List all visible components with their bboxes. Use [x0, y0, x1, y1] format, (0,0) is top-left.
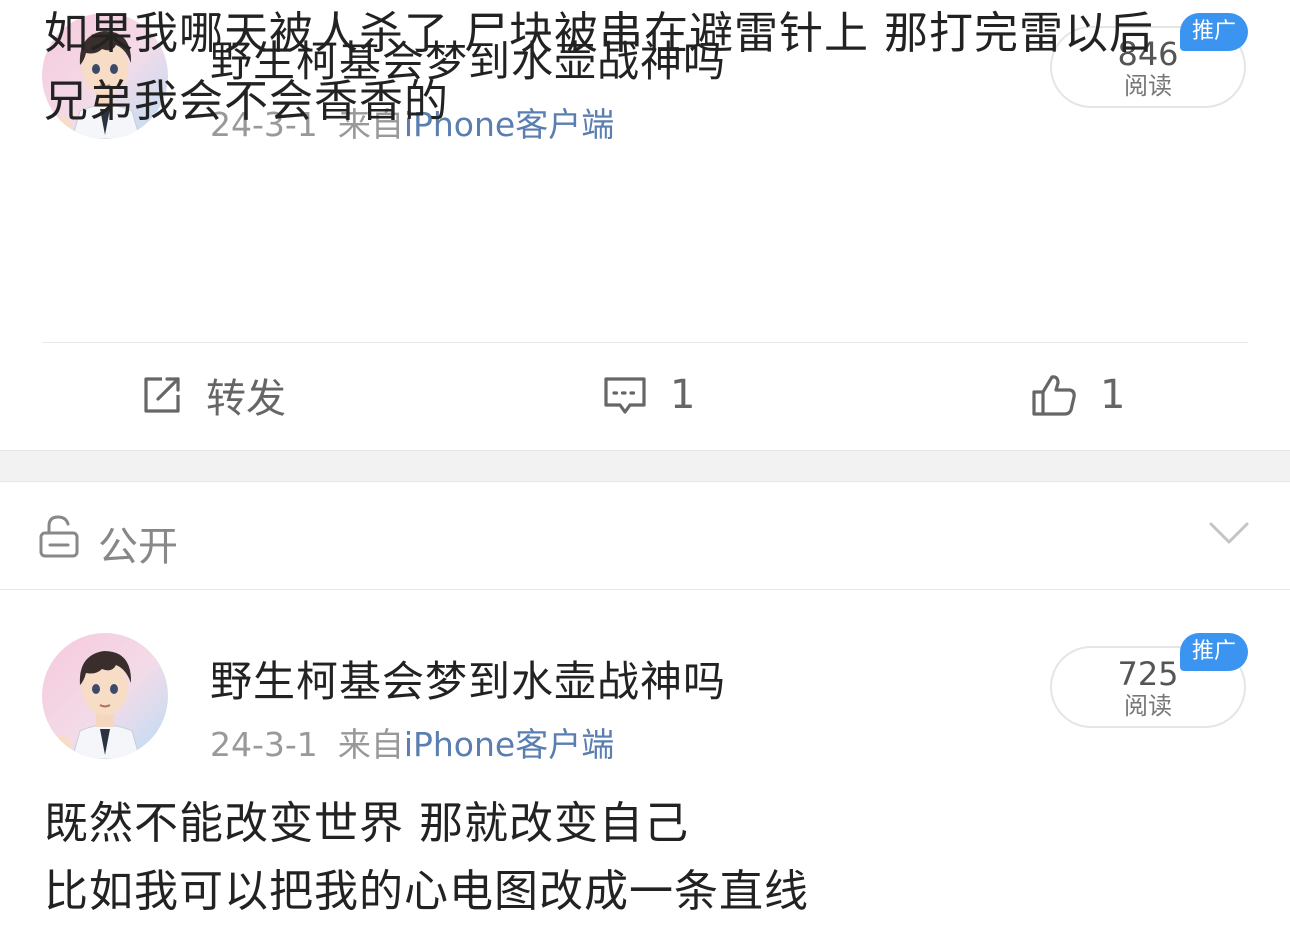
weibo-post: 野生柯基会梦到水壶战神吗 24-3-1 来自iPhone客户端 725 阅读 推广… [0, 590, 1290, 946]
visibility-label: 公开 [98, 524, 178, 570]
post-content-line: 比如我可以把我的心电图改成一条直线 [44, 866, 809, 917]
avatar-illustration [42, 633, 168, 759]
lock-open-icon [39, 515, 79, 558]
divider [42, 342, 1248, 343]
repost-icon [144, 377, 180, 413]
source-app-link[interactable]: iPhone客户端 [404, 725, 614, 764]
post-content: 既然不能改变世界 那就改变自己 比如我可以把我的心电图改成一条直线 [44, 790, 809, 926]
post-meta: 24-3-1 来自iPhone客户端 [210, 718, 614, 766]
thumbs-up-icon [1032, 375, 1076, 416]
post-separator [0, 450, 1290, 482]
visibility-row[interactable]: 公开 [0, 482, 1290, 590]
post-content-line: 既然不能改变世界 那就改变自己 [44, 798, 689, 849]
comment-button[interactable]: 1 [602, 370, 695, 420]
promo-badge[interactable]: 推广 [1180, 633, 1248, 671]
like-count: 1 [1100, 372, 1126, 418]
repost-label: 转发 [206, 376, 286, 422]
like-button[interactable]: 1 [1030, 370, 1125, 420]
source-prefix: 来自 [337, 725, 404, 764]
post-content: 如果我哪天被人杀了 尸块被串在避雷针上 那打完雷以后 兄弟我会不会香香的 [44, 0, 1154, 136]
repost-button[interactable]: 转发 [140, 370, 286, 422]
promo-badge[interactable]: 推广 [1180, 13, 1248, 51]
comment-icon [604, 377, 646, 414]
post-content-line: 兄弟我会不会香香的 [44, 76, 449, 127]
post-content-line: 如果我哪天被人杀了 尸块被串在避雷针上 那打完雷以后 [44, 8, 1154, 59]
comment-count: 1 [670, 372, 696, 418]
post-date: 24-3-1 [210, 725, 318, 764]
read-label: 阅读 [1124, 692, 1172, 720]
user-avatar[interactable] [42, 633, 168, 759]
chevron-down-icon[interactable] [1208, 520, 1250, 546]
username[interactable]: 野生柯基会梦到水壶战神吗 [210, 648, 726, 709]
